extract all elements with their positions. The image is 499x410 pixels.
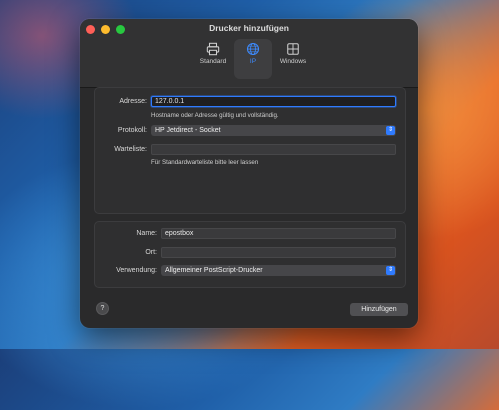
address-field[interactable]: 127.0.0.1 [151, 96, 396, 107]
tab-label: Standard [199, 58, 227, 65]
queue-label: Warteliste: [114, 146, 147, 153]
location-field[interactable] [161, 247, 396, 258]
protocol-select[interactable]: HP Jetdirect - Socket ⇕ [151, 125, 396, 136]
usage-label: Verwendung: [116, 267, 157, 274]
globe-icon [246, 42, 260, 56]
titlebar: Drucker hinzufügen Standard IP Windows [80, 19, 418, 88]
windows-icon [287, 43, 299, 55]
chevron-updown-icon: ⇕ [386, 266, 395, 275]
add-printer-window: Drucker hinzufügen Standard IP Windows A… [80, 19, 418, 328]
printer-info-panel: Name: epostbox Ort: Verwendung: Allgemei… [94, 221, 406, 288]
protocol-value: HP Jetdirect - Socket [155, 127, 221, 134]
printer-icon [206, 42, 220, 56]
tab-ip[interactable]: IP [234, 39, 272, 79]
tab-label: IP [249, 58, 257, 65]
connection-panel: Adresse: 127.0.0.1 Hostname oder Adresse… [94, 87, 406, 214]
name-field[interactable]: epostbox [161, 228, 396, 239]
queue-hint: Für Standardwarteliste bitte leer lassen [151, 159, 259, 166]
tab-standard[interactable]: Standard [194, 39, 232, 79]
protocol-label: Protokoll: [117, 127, 147, 134]
add-button[interactable]: Hinzufügen [350, 303, 408, 316]
queue-field[interactable] [151, 144, 396, 155]
location-label: Ort: [145, 249, 157, 256]
help-button[interactable]: ? [96, 302, 109, 315]
chevron-updown-icon: ⇕ [386, 126, 395, 135]
name-label: Name: [136, 230, 157, 237]
usage-select[interactable]: Allgemeiner PostScript-Drucker ⇕ [161, 265, 396, 276]
window-title: Drucker hinzufügen [209, 23, 289, 33]
toolbar: Standard IP Windows [194, 39, 312, 79]
tab-label: Windows [279, 58, 307, 65]
address-hint: Hostname oder Adresse gültig und vollstä… [151, 112, 279, 119]
tab-windows[interactable]: Windows [274, 39, 312, 79]
usage-value: Allgemeiner PostScript-Drucker [165, 267, 263, 274]
address-label: Adresse: [119, 98, 147, 105]
